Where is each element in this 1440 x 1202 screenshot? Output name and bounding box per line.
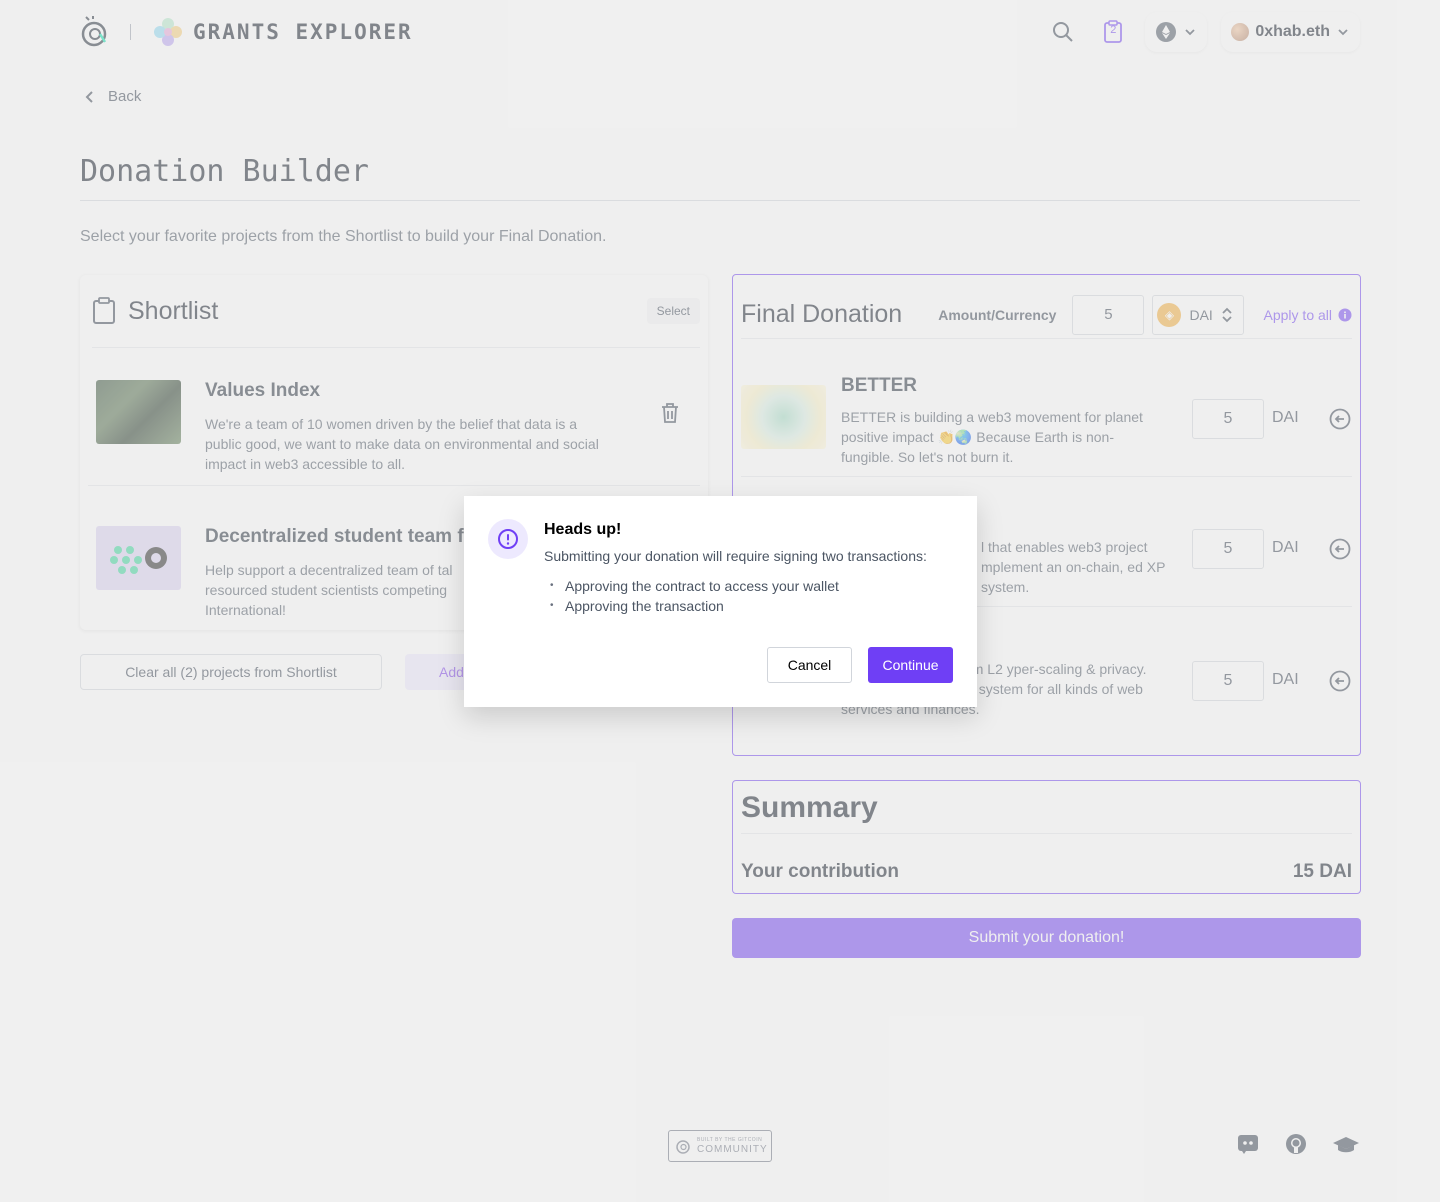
heads-up-modal: Heads up! Submitting your donation will … bbox=[464, 496, 977, 707]
modal-title: Heads up! bbox=[544, 521, 622, 538]
cancel-button[interactable]: Cancel bbox=[767, 647, 852, 683]
alert-icon-wrapper bbox=[488, 519, 528, 559]
continue-button[interactable]: Continue bbox=[868, 647, 953, 683]
list-item: Approving the contract to access your wa… bbox=[550, 576, 839, 596]
modal-text: Submitting your donation will require si… bbox=[544, 548, 927, 564]
list-item: Approving the transaction bbox=[550, 596, 839, 616]
modal-steps: Approving the contract to access your wa… bbox=[550, 576, 839, 616]
exclamation-circle-icon bbox=[498, 529, 518, 549]
